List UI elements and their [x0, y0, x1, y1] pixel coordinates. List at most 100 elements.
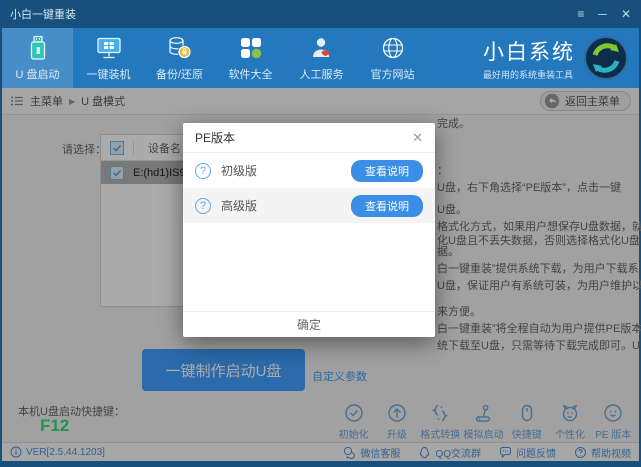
pe-version-icon — [602, 402, 624, 424]
question-circle-icon: ? — [195, 197, 211, 214]
nav-item-label: 官方网站 — [370, 69, 415, 81]
tool-label: 个性化 — [555, 430, 586, 441]
help-text-line: 化U盘且不丢失数据，否则选择格式化U盘 — [437, 235, 640, 247]
feedback-bubble-icon — [499, 446, 512, 459]
mouse-icon — [516, 402, 538, 424]
pe-option-row: ? 高级版 查看说明 — [183, 188, 435, 223]
nav-item-label: 一键装机 — [86, 69, 131, 81]
brand-logo-icon — [583, 35, 629, 81]
feedback-link[interactable]: 问题反馈 — [499, 445, 556, 460]
nav-item-install[interactable]: 一键装机 — [73, 28, 144, 88]
tool-format-convert[interactable]: 格式转换 — [419, 402, 462, 441]
brand-tagline: 最好用的系统重装工具 — [483, 69, 574, 80]
custom-params-link[interactable]: 自定义参数 — [312, 368, 367, 384]
select-all-checkbox[interactable] — [110, 140, 124, 155]
support-person-icon — [309, 34, 335, 62]
help-text-line: 白一键重装”将全程自动为用户提供PE版本 — [437, 323, 641, 335]
nav-item-website[interactable]: 官方网站 — [357, 28, 428, 88]
pe-option-label: 高级版 — [221, 199, 258, 213]
joystick-icon — [472, 402, 494, 424]
dialog-header: PE版本 ✕ — [183, 123, 435, 153]
personalize-icon — [559, 402, 581, 424]
backup-restore-icon — [167, 34, 193, 62]
qq-group-link[interactable]: QQ交流群 — [418, 445, 481, 460]
globe-icon — [380, 34, 406, 62]
tool-label: 快捷键 — [511, 430, 542, 441]
help-text-line: 白一键重装”提供系统下载，为用户下载系 — [437, 263, 639, 275]
breadcrumb-root[interactable]: 主菜单 — [30, 93, 63, 109]
device-name-column-header: 设备名 — [148, 142, 181, 155]
help-text-line: U盘，右下角选择“PE版本”，点击一键 — [437, 182, 621, 194]
qq-icon — [418, 446, 431, 459]
device-row-checkbox[interactable] — [110, 165, 124, 180]
help-text-line: U盘，保证用户有系统可装，为用户维护以 — [437, 280, 641, 292]
nav-item-software[interactable]: 软件大全 — [215, 28, 286, 88]
brand-block: 小白系统 最好用的系统重装工具 — [483, 28, 639, 88]
tool-label: 模拟启动 — [463, 430, 504, 441]
software-grid-icon — [238, 34, 264, 62]
tool-initialize[interactable]: 初始化 — [332, 402, 375, 441]
tool-simulate-boot[interactable]: 模拟启动 — [462, 402, 505, 441]
dialog-title: PE版本 — [195, 131, 236, 145]
brand-name: 小白系统 — [483, 40, 575, 64]
wechat-icon — [343, 446, 356, 459]
nav-item-label: U 盘启动 — [15, 69, 60, 81]
tool-upgrade[interactable]: 升级 — [375, 402, 418, 441]
nav-bar: U 盘启动 一键装机 备份/还原 软件大全 人工服务 官方网站 小白系统 最好用… — [2, 28, 639, 88]
list-icon — [10, 94, 24, 108]
window-title: 小白一键重装 — [10, 9, 76, 21]
return-main-menu-button[interactable]: 返回主菜单 — [540, 91, 631, 111]
boot-hotkey-value: F12 — [40, 416, 70, 435]
tool-label: PE 版本 — [595, 430, 632, 441]
boot-hotkey-label: 本机U盘启动快捷键： — [18, 406, 125, 418]
format-convert-icon — [429, 402, 451, 424]
nav-item-label: 软件大全 — [228, 69, 273, 81]
make-boot-usb-button[interactable]: 一键制作启动U盘 — [142, 349, 305, 391]
close-button[interactable]: ✕ — [621, 8, 631, 20]
help-text-line: 统下载至U盘，只需等待下载完成即可。U — [437, 340, 640, 352]
tool-hotkey[interactable]: 快捷键 — [505, 402, 548, 441]
upgrade-arrow-icon — [386, 402, 408, 424]
help-text-line: 来方便。 — [437, 306, 481, 318]
back-arrow-icon — [544, 93, 560, 109]
tool-bar: 初始化 升级 格式转换 模拟启动 快捷键 个性化 PE 版本 — [332, 402, 635, 441]
monitor-icon — [96, 34, 122, 62]
version-label: VER[2.5.44.1203] — [26, 446, 105, 458]
question-circle-icon: ? — [195, 162, 211, 179]
status-link-label: QQ交流群 — [435, 448, 481, 460]
column-divider — [133, 140, 134, 155]
breadcrumb: 主菜单 ▶ U 盘模式 返回主菜单 — [2, 88, 639, 115]
info-icon — [10, 446, 22, 458]
wechat-support-link[interactable]: 微信客服 — [343, 445, 400, 460]
pe-option-label: 初级版 — [221, 164, 258, 178]
nav-item-support[interactable]: 人工服务 — [286, 28, 357, 88]
usb-drive-icon — [26, 34, 50, 62]
help-circle-icon — [574, 446, 587, 459]
nav-item-backup[interactable]: 备份/还原 — [144, 28, 215, 88]
dialog-close-icon[interactable]: ✕ — [412, 130, 423, 146]
status-link-label: 问题反馈 — [516, 448, 556, 460]
nav-item-usb-boot[interactable]: U 盘启动 — [2, 28, 73, 88]
minimize-button[interactable]: ─ — [598, 8, 607, 20]
check-circle-icon — [343, 402, 365, 424]
tool-pe-version[interactable]: PE 版本 — [592, 402, 635, 441]
tool-label: 格式转换 — [420, 430, 461, 441]
confirm-button[interactable]: 确定 — [183, 311, 435, 337]
help-video-link[interactable]: 帮助视频 — [574, 445, 631, 460]
view-description-button[interactable]: 查看说明 — [351, 194, 423, 217]
pe-option-row: ? 初级版 查看说明 — [183, 153, 435, 188]
breadcrumb-separator: ▶ — [69, 96, 76, 106]
tool-personalize[interactable]: 个性化 — [548, 402, 591, 441]
help-text-line: 据。 — [437, 246, 459, 258]
menu-button[interactable]: ≡ — [577, 8, 584, 20]
nav-item-label: 人工服务 — [299, 69, 344, 81]
status-link-label: 帮助视频 — [591, 448, 631, 460]
help-text-line: 完成。 — [437, 118, 470, 130]
tool-label: 初始化 — [338, 430, 369, 441]
help-text-line: U盘。 — [437, 204, 467, 216]
view-description-button[interactable]: 查看说明 — [351, 159, 423, 182]
dialog-body — [183, 223, 435, 311]
title-bar: 小白一键重装 ≡ ─ ✕ — [2, 0, 639, 28]
status-bar: VER[2.5.44.1203] 微信客服 QQ交流群 问题反馈 帮助视频 — [2, 442, 639, 461]
tool-label: 升级 — [386, 430, 407, 441]
